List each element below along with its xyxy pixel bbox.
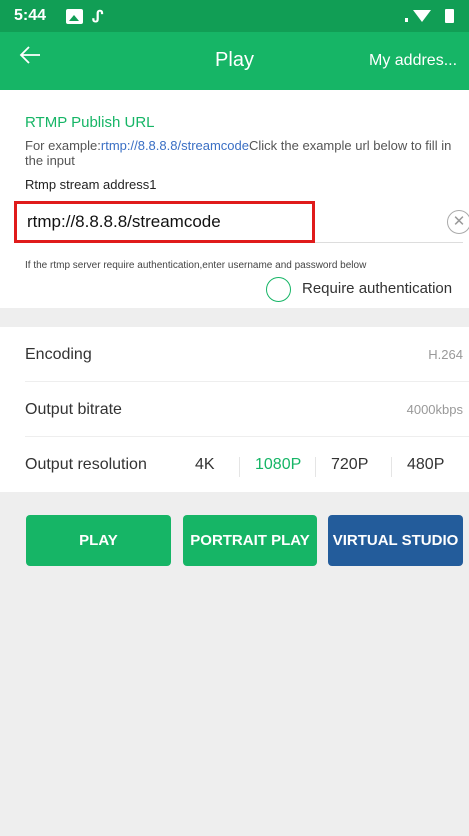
clear-circle-icon[interactable]: ✕: [447, 210, 469, 234]
my-address-button[interactable]: My addres...: [369, 52, 461, 70]
resolution-option-1080p[interactable]: 1080P: [255, 455, 301, 474]
resolution-option-4k[interactable]: 4K: [195, 455, 215, 474]
virtual-studio-button[interactable]: VIRTUAL STUDIO: [328, 515, 463, 566]
url-input-highlight: [14, 201, 315, 243]
image-icon: [66, 9, 83, 24]
resolution-label: Output resolution: [25, 456, 147, 473]
encoding-value: H.264: [428, 347, 463, 362]
bitrate-label: Output bitrate: [25, 401, 122, 418]
address-label: Rtmp stream address1: [25, 177, 157, 192]
bitrate-value: 4000kbps: [406, 402, 463, 417]
rtmp-url-input[interactable]: [27, 212, 307, 232]
resolution-row: Output resolution 4K 1080P 720P 480P: [25, 437, 469, 492]
settings-section: Encoding H.264 Output bitrate 4000kbps O…: [0, 327, 469, 492]
status-bar: 5:44 ᔑ: [0, 0, 469, 32]
status-time: 5:44: [14, 7, 47, 24]
rtmp-section: RTMP Publish URL For example:rtmp://8.8.…: [0, 90, 469, 308]
resolution-divider: [239, 457, 240, 477]
play-button[interactable]: PLAY: [26, 515, 171, 566]
encoding-row[interactable]: Encoding H.264: [25, 327, 469, 382]
encoding-label: Encoding: [25, 346, 92, 363]
cast-icon: ᔑ: [92, 9, 104, 26]
section-title: RTMP Publish URL: [25, 114, 155, 131]
resolution-options: 4K 1080P 720P 480P: [191, 455, 467, 479]
example-url-link[interactable]: rtmp://8.8.8.8/streamcode: [101, 138, 249, 153]
require-auth-radio[interactable]: [266, 277, 291, 302]
url-underline: [315, 242, 463, 243]
auth-hint: If the rtmp server require authenticatio…: [25, 260, 367, 271]
resolution-divider: [391, 457, 392, 477]
example-text: For example:rtmp://8.8.8.8/streamcodeCli…: [25, 138, 465, 168]
app-bar: Play My addres...: [0, 32, 469, 90]
example-prefix: For example:: [25, 138, 101, 153]
signal-wifi-battery-icon: [405, 8, 457, 27]
portrait-play-button[interactable]: PORTRAIT PLAY: [183, 515, 317, 566]
resolution-option-480p[interactable]: 480P: [407, 455, 444, 474]
resolution-divider: [315, 457, 316, 477]
resolution-option-720p[interactable]: 720P: [331, 455, 368, 474]
bitrate-row[interactable]: Output bitrate 4000kbps: [25, 382, 469, 437]
require-auth-label[interactable]: Require authentication: [302, 280, 452, 297]
